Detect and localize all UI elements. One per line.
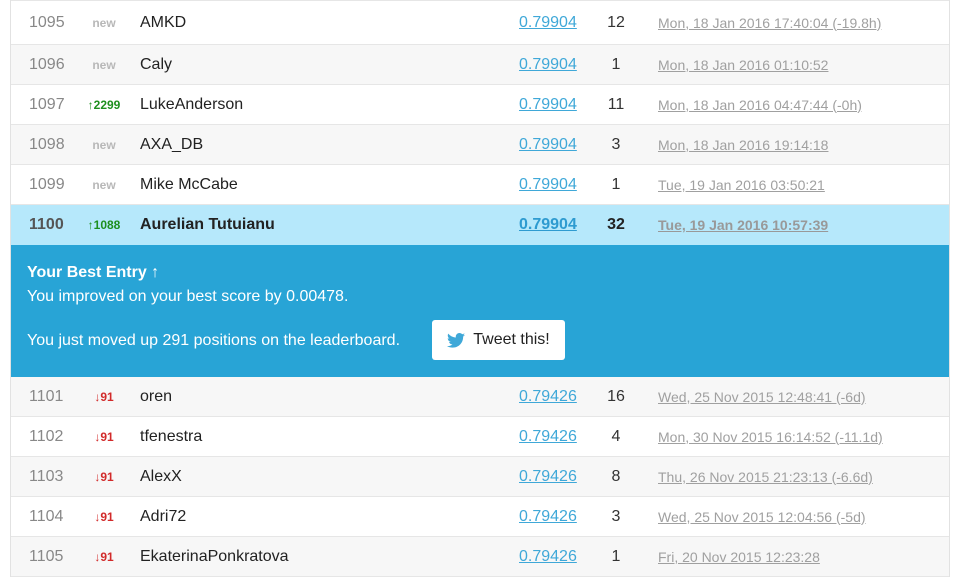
leaderboard-row: 1104 ↓91 Adri72 0.79426 3 Wed, 25 Nov 2015 12…	[11, 497, 949, 537]
entries-count: 3	[611, 135, 621, 153]
entries-count: 1	[611, 175, 621, 193]
last-submission-link[interactable]: Mon, 18 Jan 2016 17:40:04 (-19.8h)	[658, 1, 881, 44]
leaderboard-row: 1099 new Mike McCabe 0.79904 1 Tue, 19 Jan 20…	[11, 165, 949, 205]
score-link[interactable]: 0.79426	[519, 497, 577, 536]
rank-change-badge: ↓91	[94, 469, 114, 484]
score-link[interactable]: 0.79904	[519, 205, 577, 245]
team-name[interactable]: AXA_DB	[140, 125, 203, 164]
leaderboard-row: 1102 ↓91 tfenestra 0.79426 4 Mon, 30 Nov 2015…	[11, 417, 949, 457]
rank-cell: 1102	[29, 427, 64, 445]
leaderboard-row: 1105 ↓91 EkaterinaPonkratova 0.79426 1 Fri, 2…	[11, 537, 949, 577]
rank-change-badge: ↑2299	[87, 97, 121, 112]
leaderboard-row: 1097 ↑2299 LukeAnderson 0.79904 11 Mon, 18 Ja…	[11, 85, 949, 125]
rank-cell: 1105	[29, 547, 64, 565]
rank-cell: 1098	[29, 135, 65, 153]
last-submission-link[interactable]: Wed, 25 Nov 2015 12:48:41 (-6d)	[658, 377, 866, 416]
team-name[interactable]: AMKD	[140, 1, 186, 44]
rank-change-badge: new	[92, 57, 116, 72]
team-name[interactable]: Mike McCabe	[140, 165, 238, 204]
leaderboard-row: 1101 ↓91 oren 0.79426 16 Wed, 25 Nov 2015 12:…	[11, 377, 949, 417]
score-link[interactable]: 0.79904	[519, 165, 577, 204]
score-link[interactable]: 0.79904	[519, 45, 577, 84]
team-name[interactable]: Adri72	[140, 497, 186, 536]
last-submission-link[interactable]: Fri, 20 Nov 2015 12:23:28	[658, 537, 820, 576]
last-submission-link[interactable]: Thu, 26 Nov 2015 21:23:13 (-6.6d)	[658, 457, 873, 496]
rank-cell: 1104	[29, 507, 64, 525]
score-link[interactable]: 0.79426	[519, 537, 577, 576]
last-submission-link[interactable]: Mon, 18 Jan 2016 04:47:44 (-0h)	[658, 85, 862, 124]
team-name[interactable]: tfenestra	[140, 417, 202, 456]
rank-cell: 1095	[29, 13, 65, 31]
leaderboard-row: 1103 ↓91 AlexX 0.79426 8 Thu, 26 Nov 2015 21:…	[11, 457, 949, 497]
score-link[interactable]: 0.79904	[519, 125, 577, 164]
entries-count: 16	[607, 387, 625, 405]
leaderboard-row: 1095 new AMKD 0.79904 12 Mon, 18 Jan 2016 17:…	[11, 0, 949, 45]
team-name[interactable]: LukeAnderson	[140, 85, 243, 124]
entries-count: 11	[607, 95, 625, 113]
rank-change-badge: ↓91	[94, 509, 114, 524]
rank-change-badge: ↓91	[94, 389, 114, 404]
score-link[interactable]: 0.79426	[519, 417, 577, 456]
last-submission-link[interactable]: Mon, 18 Jan 2016 01:10:52	[658, 45, 828, 84]
rank-change-badge: new	[92, 177, 116, 192]
team-name[interactable]: oren	[140, 377, 172, 416]
last-submission-link[interactable]: Wed, 25 Nov 2015 12:04:56 (-5d)	[658, 497, 866, 536]
leaderboard-rows-top: 1095 new AMKD 0.79904 12 Mon, 18 Jan 2016 17:…	[11, 0, 949, 245]
team-name[interactable]: AlexX	[140, 457, 182, 496]
leaderboard-row: 1096 new Caly 0.79904 1 Mon, 18 Jan 2016 01:1…	[11, 45, 949, 85]
entries-count: 3	[611, 507, 621, 525]
entries-count: 12	[607, 13, 625, 31]
rank-cell: 1101	[29, 387, 64, 405]
last-submission-link[interactable]: Mon, 18 Jan 2016 19:14:18	[658, 125, 828, 164]
rank-cell: 1100	[29, 216, 64, 233]
rank-cell: 1096	[29, 55, 65, 73]
score-link[interactable]: 0.79426	[519, 457, 577, 496]
score-link[interactable]: 0.79904	[519, 1, 577, 44]
best-entry-moved-text: You just moved up 291 positions on the l…	[27, 332, 401, 349]
twitter-bird-icon	[447, 332, 466, 348]
entries-count: 1	[611, 547, 621, 565]
entries-count: 32	[607, 216, 625, 233]
best-entry-title: Your Best Entry ↑	[27, 264, 160, 281]
best-entry-banner: Your Best Entry ↑ You improved on your b…	[11, 245, 949, 377]
rank-cell: 1099	[29, 175, 65, 193]
rank-change-badge: new	[92, 15, 116, 30]
rank-change-badge: ↓91	[94, 549, 114, 564]
team-name[interactable]: Aurelian Tutuianu	[140, 205, 275, 245]
leaderboard-rows-bottom: 1101 ↓91 oren 0.79426 16 Wed, 25 Nov 2015 12:…	[11, 377, 949, 577]
rank-cell: 1097	[29, 95, 65, 113]
last-submission-link[interactable]: Tue, 19 Jan 2016 03:50:21	[658, 165, 825, 204]
last-submission-link[interactable]: Mon, 30 Nov 2015 16:14:52 (-11.1d)	[658, 417, 883, 456]
tweet-button-label: Tweet this!	[473, 331, 550, 348]
rank-change-badge: ↓91	[94, 429, 114, 444]
rank-change-badge: ↑1088	[87, 218, 121, 232]
entries-count: 4	[611, 427, 621, 445]
rank-cell: 1103	[29, 467, 64, 485]
team-name[interactable]: EkaterinaPonkratova	[140, 537, 289, 576]
tweet-button[interactable]: Tweet this!	[432, 320, 565, 360]
best-entry-improvement-text: You improved on your best score by 0.004…	[27, 288, 349, 305]
entries-count: 1	[611, 55, 621, 73]
score-link[interactable]: 0.79904	[519, 85, 577, 124]
entries-count: 8	[611, 467, 621, 485]
team-name[interactable]: Caly	[140, 45, 172, 84]
rank-change-badge: new	[92, 137, 116, 152]
leaderboard-row-current-user: 1100 ↑1088 Aurelian Tutuianu 0.79904 32 Tue, …	[11, 205, 949, 245]
leaderboard: 1095 new AMKD 0.79904 12 Mon, 18 Jan 2016 17:…	[10, 0, 950, 577]
score-link[interactable]: 0.79426	[519, 377, 577, 416]
leaderboard-row: 1098 new AXA_DB 0.79904 3 Mon, 18 Jan 2016 19…	[11, 125, 949, 165]
last-submission-link[interactable]: Tue, 19 Jan 2016 10:57:39	[658, 205, 828, 245]
